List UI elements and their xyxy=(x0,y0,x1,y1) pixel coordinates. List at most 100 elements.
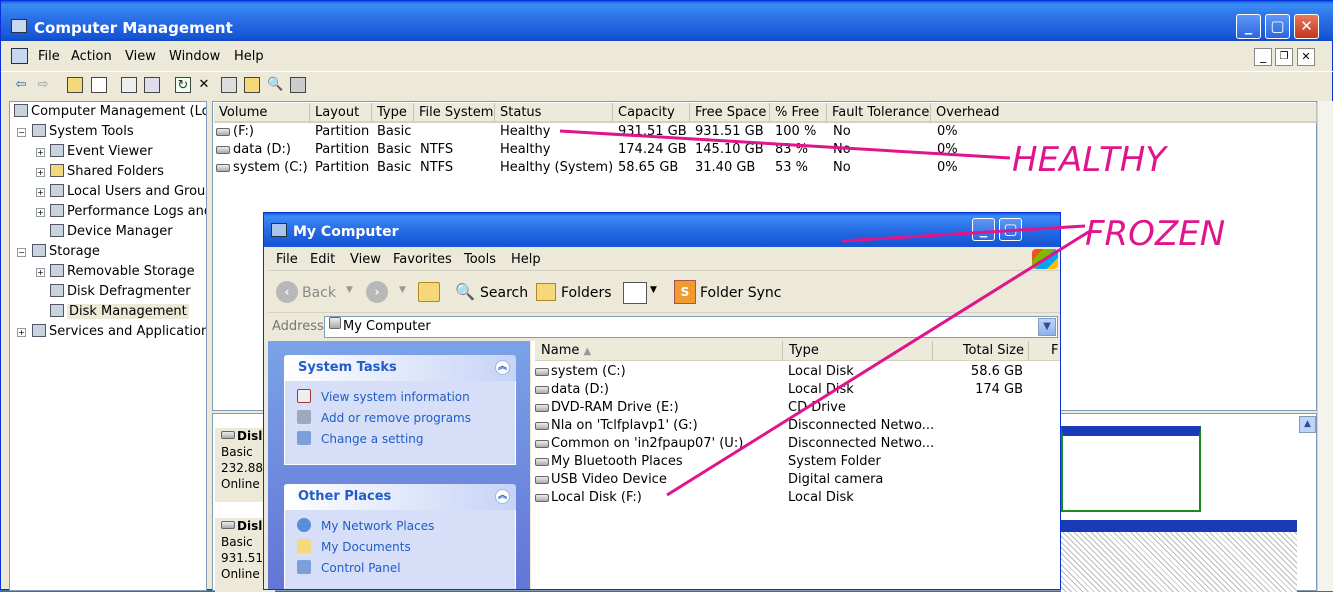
delete-icon[interactable]: ✕ xyxy=(196,77,212,93)
maximize-button[interactable]: ▢ xyxy=(1265,14,1290,39)
title-bar[interactable]: Computer Management _ ▢ ✕ xyxy=(1,1,1333,41)
scrollbar-up-button[interactable]: ▲ xyxy=(1299,416,1316,433)
disk-icon[interactable] xyxy=(290,77,306,93)
menu-edit[interactable]: Edit xyxy=(310,252,335,267)
place-link[interactable]: My Network Places xyxy=(297,516,515,537)
tree-item[interactable]: Performance Logs and xyxy=(50,203,206,221)
col-file-system[interactable]: File System xyxy=(414,103,495,123)
volume-name-cell[interactable]: (F:) xyxy=(233,124,254,139)
file-name[interactable]: Common on 'in2fpaup07' (U:) xyxy=(551,436,743,451)
menu-view[interactable]: View xyxy=(350,252,381,267)
menu-favorites[interactable]: Favorites xyxy=(393,252,452,267)
mdi-close-icon[interactable]: ✕ xyxy=(1297,48,1315,66)
tree-item[interactable]: Removable Storage xyxy=(50,263,195,281)
help-icon[interactable] xyxy=(144,77,160,93)
title-bar[interactable]: My Computer _ ▢ xyxy=(264,213,1060,247)
address-input[interactable]: My Computer ▼ xyxy=(324,316,1058,338)
place-link[interactable]: Control Panel xyxy=(297,558,515,579)
up-folder-icon[interactable] xyxy=(418,282,440,302)
up-folder-icon[interactable] xyxy=(67,77,83,93)
tree-item[interactable]: Shared Folders xyxy=(50,163,164,181)
partition-block-healthy[interactable] xyxy=(1061,426,1201,512)
folders-button[interactable]: Folders xyxy=(561,285,612,301)
expand-icon[interactable]: + xyxy=(36,148,45,157)
tree-item[interactable]: Services and Applications xyxy=(32,323,206,341)
expand-icon[interactable]: + xyxy=(36,188,45,197)
tree-item-selected[interactable]: Disk Management xyxy=(50,303,189,321)
tree-item[interactable]: Computer Management (Loc xyxy=(14,103,206,121)
open-folder-icon[interactable] xyxy=(244,77,260,93)
file-name[interactable]: Nla on 'Tclfplavp1' (G:) xyxy=(551,418,698,433)
menu-view[interactable]: View xyxy=(125,49,156,64)
task-link[interactable]: Change a setting xyxy=(297,429,515,450)
collapse-chevron-icon[interactable]: ︽ xyxy=(495,360,510,375)
minimize-button[interactable]: _ xyxy=(972,218,995,241)
col-layout[interactable]: Layout xyxy=(310,103,372,123)
expand-icon[interactable]: + xyxy=(17,328,26,337)
vertical-scrollbar[interactable] xyxy=(1317,101,1333,591)
tree-item[interactable]: Storage xyxy=(32,243,100,261)
partition-block-f[interactable] xyxy=(1061,520,1297,592)
file-name[interactable]: DVD-RAM Drive (E:) xyxy=(551,400,679,415)
tree-item[interactable]: Disk Defragmenter xyxy=(50,283,191,301)
col-overhead[interactable]: Overhead xyxy=(931,103,1317,123)
col-capacity[interactable]: Capacity xyxy=(613,103,690,123)
file-name[interactable]: data (D:) xyxy=(551,382,609,397)
back-dropdown-icon[interactable]: ▼ xyxy=(346,285,353,295)
system-tasks-header[interactable]: System Tasks ︽ xyxy=(284,355,516,381)
refresh-icon[interactable]: ↻ xyxy=(175,77,191,93)
col-type[interactable]: Type xyxy=(783,341,933,361)
back-icon[interactable]: ‹ xyxy=(276,281,298,303)
expand-icon[interactable]: + xyxy=(36,168,45,177)
file-name[interactable]: Local Disk (F:) xyxy=(551,490,642,505)
mdi-restore-icon[interactable]: ❐ xyxy=(1275,48,1293,66)
col-volume[interactable]: Volume xyxy=(214,103,310,123)
forward-arrow-icon[interactable]: ⇨ xyxy=(35,77,51,93)
col-type[interactable]: Type xyxy=(372,103,414,123)
col-total-size[interactable]: Total Size xyxy=(933,341,1029,361)
file-name[interactable]: USB Video Device xyxy=(551,472,667,487)
minimize-button[interactable]: _ xyxy=(1236,14,1261,39)
col-fault-tolerance[interactable]: Fault Tolerance xyxy=(827,103,931,123)
forward-icon[interactable]: › xyxy=(366,281,388,303)
col-free-space[interactable]: F xyxy=(1029,341,1060,361)
collapse-icon[interactable]: − xyxy=(17,128,26,137)
place-link[interactable]: My Documents xyxy=(297,537,515,558)
show-hide-tree-icon[interactable] xyxy=(91,77,107,93)
file-name[interactable]: My Bluetooth Places xyxy=(551,454,683,469)
col-free-space[interactable]: Free Space xyxy=(690,103,770,123)
other-places-header[interactable]: Other Places ︽ xyxy=(284,484,516,510)
views-icon[interactable] xyxy=(623,282,647,304)
address-dropdown-icon[interactable]: ▼ xyxy=(1038,318,1056,336)
menu-help[interactable]: Help xyxy=(234,49,264,64)
task-link[interactable]: View system information xyxy=(297,387,515,408)
views-dropdown-icon[interactable]: ▼ xyxy=(650,285,657,295)
menu-tools[interactable]: Tools xyxy=(464,252,496,267)
forward-dropdown-icon[interactable]: ▼ xyxy=(399,285,406,295)
file-name[interactable]: system (C:) xyxy=(551,364,626,379)
tree-item[interactable]: Device Manager xyxy=(50,223,173,241)
col-percent-free[interactable]: % Free xyxy=(770,103,827,123)
mdi-minimize-icon[interactable]: _ xyxy=(1254,48,1272,66)
close-button[interactable]: ✕ xyxy=(1294,14,1319,39)
folder-sync-button[interactable]: Folder Sync xyxy=(700,285,781,301)
task-link[interactable]: Add or remove programs xyxy=(297,408,515,429)
tree-item[interactable]: System Tools xyxy=(32,123,134,141)
menu-help[interactable]: Help xyxy=(511,252,541,267)
col-status[interactable]: Status xyxy=(495,103,613,123)
col-name[interactable]: Name ▲ xyxy=(535,341,783,361)
collapse-icon[interactable]: − xyxy=(17,248,26,257)
expand-icon[interactable]: + xyxy=(36,208,45,217)
properties-icon[interactable] xyxy=(121,77,137,93)
volume-name-cell[interactable]: system (C:) xyxy=(233,160,308,175)
maximize-button[interactable]: ▢ xyxy=(999,218,1022,241)
volume-name-cell[interactable]: data (D:) xyxy=(233,142,291,157)
disk-properties-icon[interactable] xyxy=(221,77,237,93)
back-arrow-icon[interactable]: ⇦ xyxy=(13,77,29,93)
menu-file[interactable]: File xyxy=(38,49,60,64)
collapse-chevron-icon[interactable]: ︽ xyxy=(495,489,510,504)
tree-item[interactable]: Event Viewer xyxy=(50,143,153,161)
back-button[interactable]: Back xyxy=(302,285,336,301)
menu-window[interactable]: Window xyxy=(169,49,220,64)
expand-icon[interactable]: + xyxy=(36,268,45,277)
